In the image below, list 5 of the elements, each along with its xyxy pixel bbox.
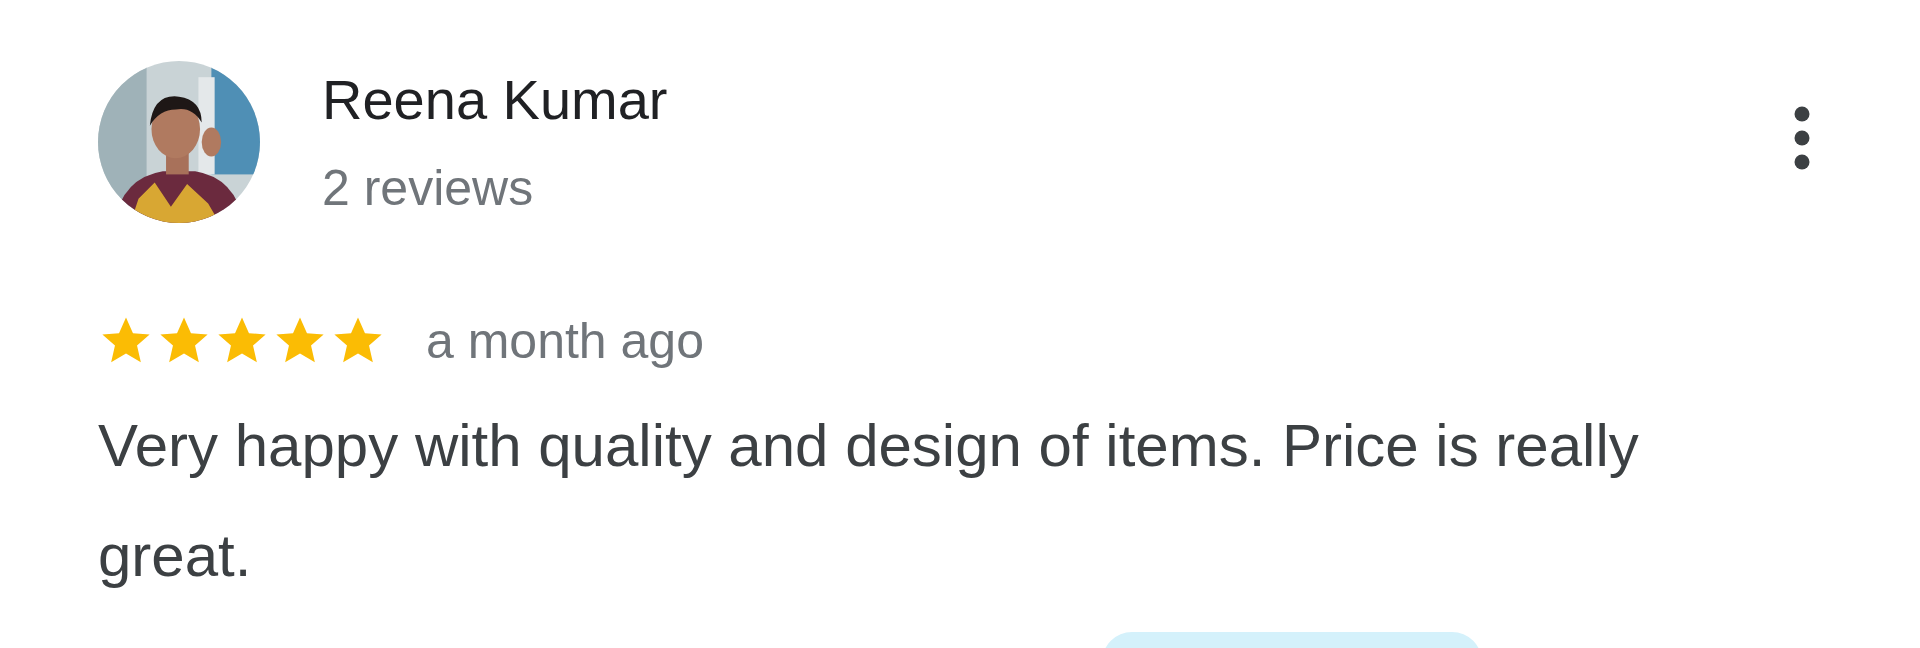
more-options-icon[interactable]	[1792, 105, 1812, 171]
review-count: 2 reviews	[322, 159, 535, 218]
review-text: Very happy with quality and design of items. Price is really great.	[98, 411, 1640, 591]
review-time: a month ago	[426, 312, 704, 371]
reviewer-name[interactable]: Reena Kumar	[322, 65, 1730, 135]
